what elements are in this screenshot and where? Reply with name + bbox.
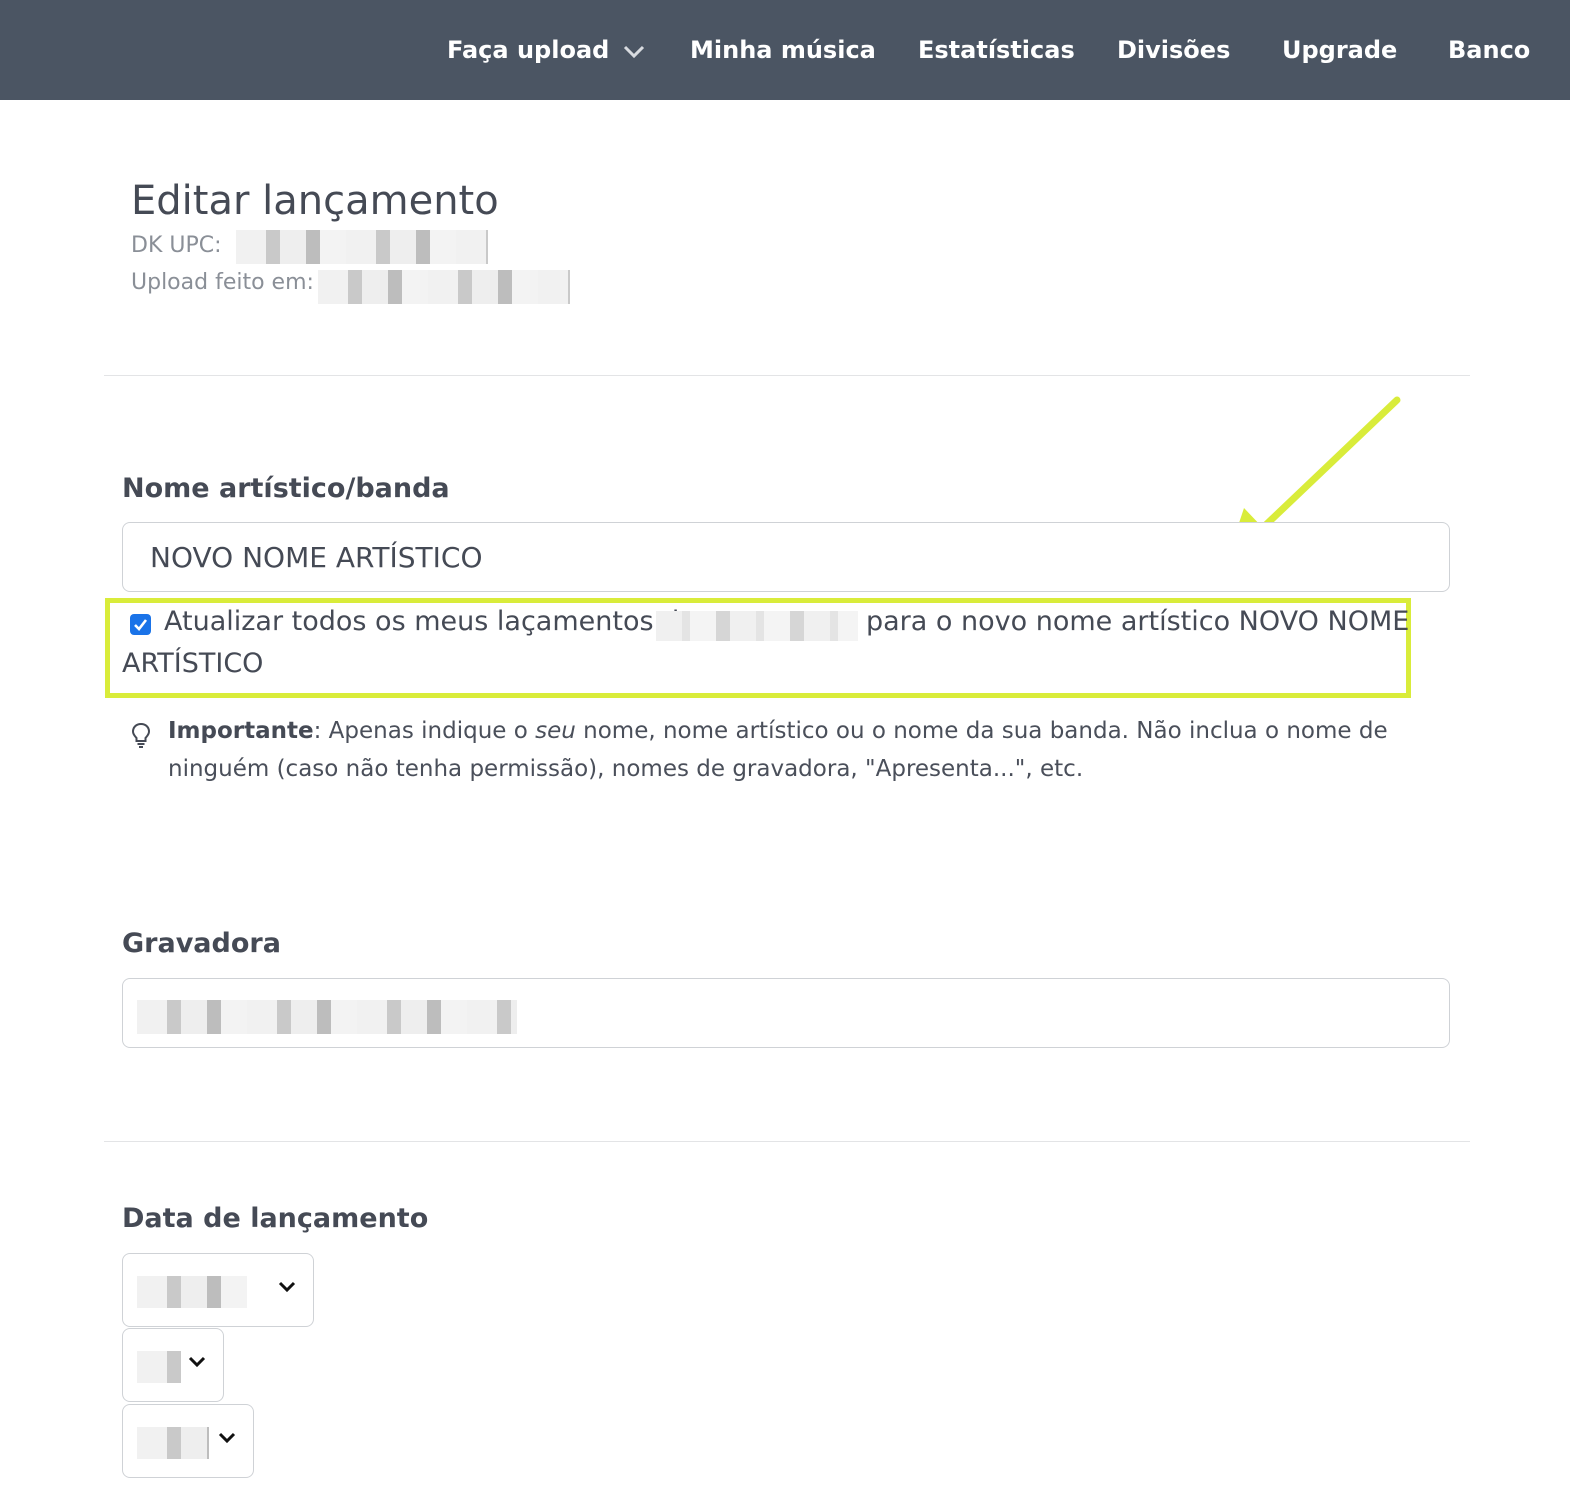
release-year-select[interactable] bbox=[122, 1404, 254, 1478]
nav-statistics[interactable]: Estatísticas bbox=[918, 30, 1075, 70]
record-label-input[interactable] bbox=[122, 978, 1450, 1048]
redacted-upc bbox=[236, 230, 488, 264]
tip-italic: seu bbox=[535, 718, 576, 744]
chevron-down-icon bbox=[278, 1281, 296, 1293]
chevron-down-icon bbox=[623, 31, 645, 71]
checkbox-text-continued: ARTÍSTICO bbox=[122, 648, 264, 679]
artist-name-value: NOVO NOME ARTÍSTICO bbox=[150, 541, 483, 574]
nav-upgrade[interactable]: Upgrade bbox=[1282, 30, 1397, 70]
redacted-day bbox=[137, 1351, 181, 1383]
divider bbox=[104, 375, 1470, 376]
top-nav-bar: Faça upload Minha música Estatísticas Di… bbox=[0, 0, 1570, 100]
tip-bold: Importante bbox=[168, 718, 314, 744]
redacted-upload-date bbox=[318, 270, 570, 304]
tip-part1: : Apenas indique o bbox=[313, 718, 536, 744]
release-date-label: Data de lançamento bbox=[122, 1203, 429, 1234]
release-day-select[interactable] bbox=[122, 1328, 224, 1402]
nav-upload-dropdown[interactable]: Faça upload bbox=[447, 30, 645, 71]
chevron-down-icon bbox=[218, 1432, 236, 1444]
redacted-year bbox=[137, 1427, 209, 1459]
chevron-down-icon bbox=[188, 1356, 206, 1368]
redacted-old-artist-name bbox=[656, 611, 858, 641]
checkbox-text-end: para o novo nome artístico NOVO NOME bbox=[866, 606, 1410, 637]
redacted-month bbox=[137, 1276, 247, 1308]
upc-label: DK UPC: bbox=[131, 233, 222, 258]
divider bbox=[104, 1141, 1470, 1142]
checkbox-text-start: Atualizar todos os meus laçamentos de bbox=[164, 606, 696, 637]
release-month-select[interactable] bbox=[122, 1253, 314, 1327]
artist-name-input[interactable]: NOVO NOME ARTÍSTICO bbox=[122, 522, 1450, 592]
artist-name-label: Nome artístico/banda bbox=[122, 473, 450, 504]
page-title: Editar lançamento bbox=[131, 178, 499, 224]
lightbulb-icon bbox=[131, 722, 151, 748]
nav-upload-label: Faça upload bbox=[447, 36, 610, 64]
nav-bank[interactable]: Banco bbox=[1448, 30, 1530, 70]
record-label-label: Gravadora bbox=[122, 928, 281, 959]
uploaded-label: Upload feito em: bbox=[131, 270, 314, 295]
important-tip: Importante: Apenas indique o seu nome, n… bbox=[168, 712, 1458, 788]
update-all-releases-checkbox[interactable] bbox=[130, 614, 151, 635]
checkmark-icon bbox=[134, 619, 148, 631]
nav-splits[interactable]: Divisões bbox=[1117, 30, 1230, 70]
nav-my-music[interactable]: Minha música bbox=[690, 30, 876, 70]
redacted-record-label bbox=[137, 1000, 517, 1034]
